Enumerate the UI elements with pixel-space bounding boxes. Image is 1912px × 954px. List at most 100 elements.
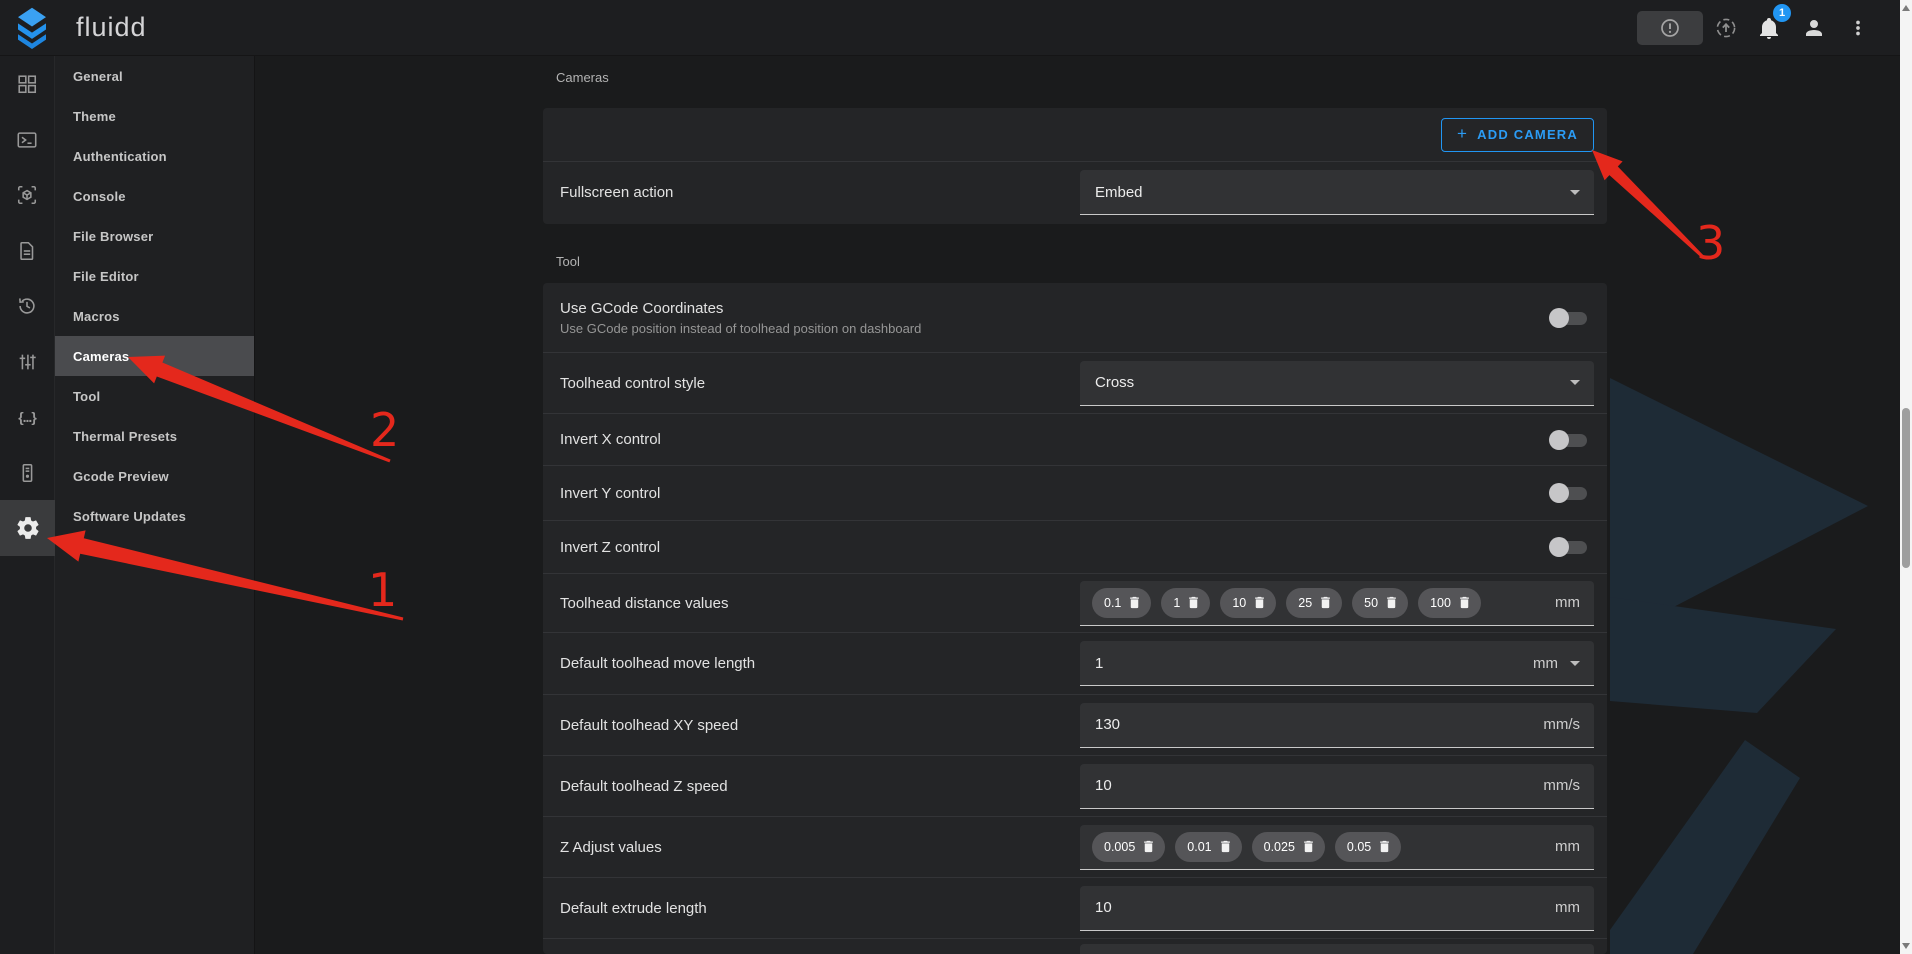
value-chip[interactable]: 50	[1352, 588, 1408, 618]
chevron-down-icon	[1570, 380, 1580, 385]
fluidd-logo-icon[interactable]	[13, 7, 51, 49]
menu-item-file-editor[interactable]: File Editor	[55, 256, 254, 296]
z-adjust-values-label: Z Adjust values	[543, 839, 1080, 856]
fullscreen-action-select[interactable]: Embed	[1080, 170, 1594, 215]
scrollbar-thumb[interactable]	[1902, 408, 1910, 568]
scroll-down-arrow-icon[interactable]	[1902, 943, 1910, 949]
delete-icon[interactable]	[1141, 839, 1156, 854]
menu-item-tool[interactable]: Tool	[55, 376, 254, 416]
value-chip[interactable]: 25	[1286, 588, 1342, 618]
default-extrude-length-input[interactable]: 10 mm	[1080, 886, 1594, 931]
menu-item-theme[interactable]: Theme	[55, 96, 254, 136]
delete-icon[interactable]	[1127, 595, 1142, 610]
add-camera-button[interactable]: + ADD CAMERA	[1441, 118, 1594, 152]
toolhead-control-style-value: Cross	[1095, 374, 1558, 391]
chevron-down-icon	[1570, 661, 1580, 666]
toolhead-control-style-select[interactable]: Cross	[1080, 361, 1594, 406]
macros-icon[interactable]: {...}	[16, 406, 38, 428]
default-toolhead-xy-speed-input[interactable]: 130 mm/s	[1080, 703, 1594, 748]
value-chip[interactable]: 0.005	[1092, 832, 1165, 862]
invert-z-label: Invert Z control	[543, 539, 1549, 556]
menu-item-console[interactable]: Console	[55, 176, 254, 216]
emergency-stop-icon	[1658, 16, 1682, 40]
default-toolhead-xy-speed-row: Default toolhead XY speed 130 mm/s	[543, 694, 1607, 755]
settings-content: Cameras + ADD CAMERA Fullscreen action E…	[255, 56, 1900, 954]
xy-speed-value: 130	[1095, 716, 1543, 733]
value-chip[interactable]: 0.05	[1335, 832, 1401, 862]
value-chip[interactable]: 0.025	[1252, 832, 1325, 862]
move-length-value: 1	[1095, 655, 1533, 672]
dashboard-icon[interactable]	[16, 73, 38, 95]
default-extrude-length-row: Default extrude length 10 mm	[543, 877, 1607, 938]
z-adjust-values-row: Z Adjust values 0.005 0.01 0.025 0.05 mm	[543, 816, 1607, 877]
macros-glyph: {...}	[18, 409, 36, 425]
menu-item-file-browser[interactable]: File Browser	[55, 216, 254, 256]
menu-item-cameras[interactable]: Cameras	[55, 336, 254, 376]
scroll-up-arrow-icon[interactable]	[1902, 5, 1910, 11]
value-chip[interactable]: 0.1	[1092, 588, 1151, 618]
fullscreen-action-label: Fullscreen action	[543, 184, 1080, 201]
invert-z-toggle[interactable]	[1549, 537, 1587, 557]
emergency-stop-button[interactable]	[1637, 11, 1703, 45]
delete-icon[interactable]	[1384, 595, 1399, 610]
jobs-file-icon[interactable]	[16, 240, 38, 262]
gcode-preview-rail-icon[interactable]	[16, 184, 38, 206]
account-icon[interactable]	[1802, 16, 1826, 40]
cameras-card: + ADD CAMERA Fullscreen action Embed	[543, 108, 1607, 224]
delete-icon[interactable]	[1301, 839, 1316, 854]
default-toolhead-move-length-row: Default toolhead move length 1 mm	[543, 632, 1607, 694]
plus-icon: +	[1457, 124, 1468, 144]
settings-menu: General Theme Authentication Console Fil…	[55, 56, 255, 954]
delete-icon[interactable]	[1377, 839, 1392, 854]
use-gcode-coordinates-toggle[interactable]	[1549, 308, 1587, 328]
system-host-icon[interactable]	[16, 462, 38, 484]
partial-next-row	[543, 938, 1607, 954]
partial-input-field	[1080, 944, 1594, 954]
extrude-length-value: 10	[1095, 899, 1555, 916]
default-toolhead-z-speed-input[interactable]: 10 mm/s	[1080, 764, 1594, 809]
settings-gear-icon	[15, 515, 41, 541]
fullscreen-action-row: Fullscreen action Embed	[543, 161, 1607, 223]
menu-item-software-updates[interactable]: Software Updates	[55, 496, 254, 536]
console-icon[interactable]	[16, 129, 38, 151]
menu-item-thermal-presets[interactable]: Thermal Presets	[55, 416, 254, 456]
fullscreen-action-value: Embed	[1095, 184, 1558, 201]
invert-y-toggle[interactable]	[1549, 483, 1587, 503]
invert-x-toggle[interactable]	[1549, 430, 1587, 450]
z-speed-value: 10	[1095, 777, 1543, 794]
page-scrollbar[interactable]	[1900, 0, 1912, 954]
delete-icon[interactable]	[1318, 595, 1333, 610]
invert-x-label: Invert X control	[543, 431, 1549, 448]
toolhead-distance-values-field[interactable]: 0.1 1 10 25 50 100 mm	[1080, 581, 1594, 626]
update-status-icon[interactable]	[1714, 16, 1738, 40]
settings-gear-tile[interactable]	[0, 500, 55, 556]
menu-item-gcode-preview[interactable]: Gcode Preview	[55, 456, 254, 496]
add-camera-label: ADD CAMERA	[1477, 127, 1578, 142]
menu-item-general[interactable]: General	[55, 56, 254, 96]
unit-label: mm	[1555, 899, 1580, 916]
default-toolhead-move-length-input[interactable]: 1 mm	[1080, 641, 1594, 686]
background-logo-watermark	[1608, 300, 1900, 954]
value-chip[interactable]: 100	[1418, 588, 1481, 618]
use-gcode-coordinates-row: Use GCode Coordinates Use GCode position…	[543, 283, 1607, 352]
history-icon[interactable]	[16, 295, 38, 317]
z-adjust-values-field[interactable]: 0.005 0.01 0.025 0.05 mm	[1080, 825, 1594, 870]
app-bar: fluidd 1	[0, 0, 1900, 56]
toolhead-control-style-row: Toolhead control style Cross	[543, 352, 1607, 413]
value-chip[interactable]: 10	[1220, 588, 1276, 618]
menu-item-authentication[interactable]: Authentication	[55, 136, 254, 176]
delete-icon[interactable]	[1457, 595, 1472, 610]
value-chip[interactable]: 1	[1161, 588, 1210, 618]
invert-y-label: Invert Y control	[543, 485, 1549, 502]
default-toolhead-z-speed-row: Default toolhead Z speed 10 mm/s	[543, 755, 1607, 816]
delete-icon[interactable]	[1252, 595, 1267, 610]
notification-badge: 1	[1773, 4, 1791, 22]
delete-icon[interactable]	[1186, 595, 1201, 610]
delete-icon[interactable]	[1218, 839, 1233, 854]
menu-item-macros[interactable]: Macros	[55, 296, 254, 336]
default-toolhead-move-length-label: Default toolhead move length	[543, 655, 1080, 672]
value-chip[interactable]: 0.01	[1175, 832, 1241, 862]
tune-icon[interactable]	[16, 351, 38, 373]
kebab-menu-icon[interactable]	[1846, 16, 1870, 40]
tool-section-header: Tool	[556, 254, 580, 269]
